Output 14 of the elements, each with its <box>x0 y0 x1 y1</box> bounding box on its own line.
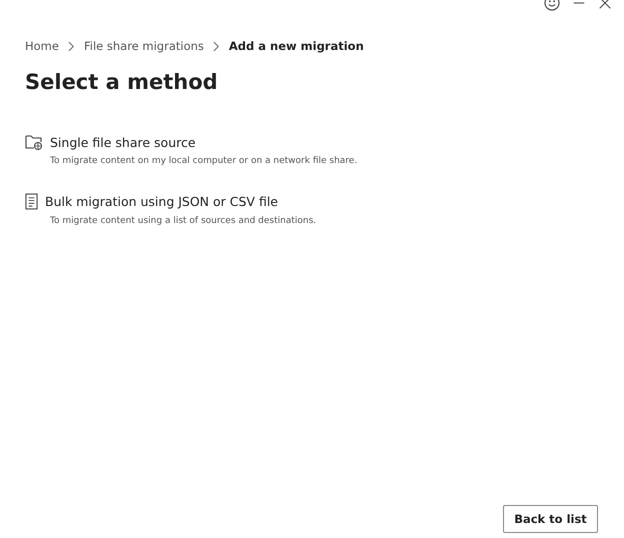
method-description: To migrate content on my local computer or on a network file share. <box>50 156 358 166</box>
breadcrumb-link[interactable]: File share migrations <box>84 39 204 53</box>
chevron-icon <box>212 40 220 52</box>
current-page: Add a new migration <box>228 39 364 53</box>
breadcrumb-link[interactable]: Home <box>25 39 59 53</box>
method-option[interactable]: Single file share source <box>50 134 196 150</box>
document-list-icon <box>25 193 38 210</box>
page-title: Select a method <box>25 70 219 94</box>
method-description: To migrate content using a list of sources and destinations. <box>50 216 318 226</box>
back-to-list-button[interactable]: Back to list <box>503 505 598 533</box>
method-option[interactable]: Bulk migration using JSON or CSV file <box>45 194 278 209</box>
folder-globe-icon <box>25 134 43 150</box>
close-icon[interactable] <box>598 0 612 10</box>
chevron-icon <box>68 40 75 52</box>
